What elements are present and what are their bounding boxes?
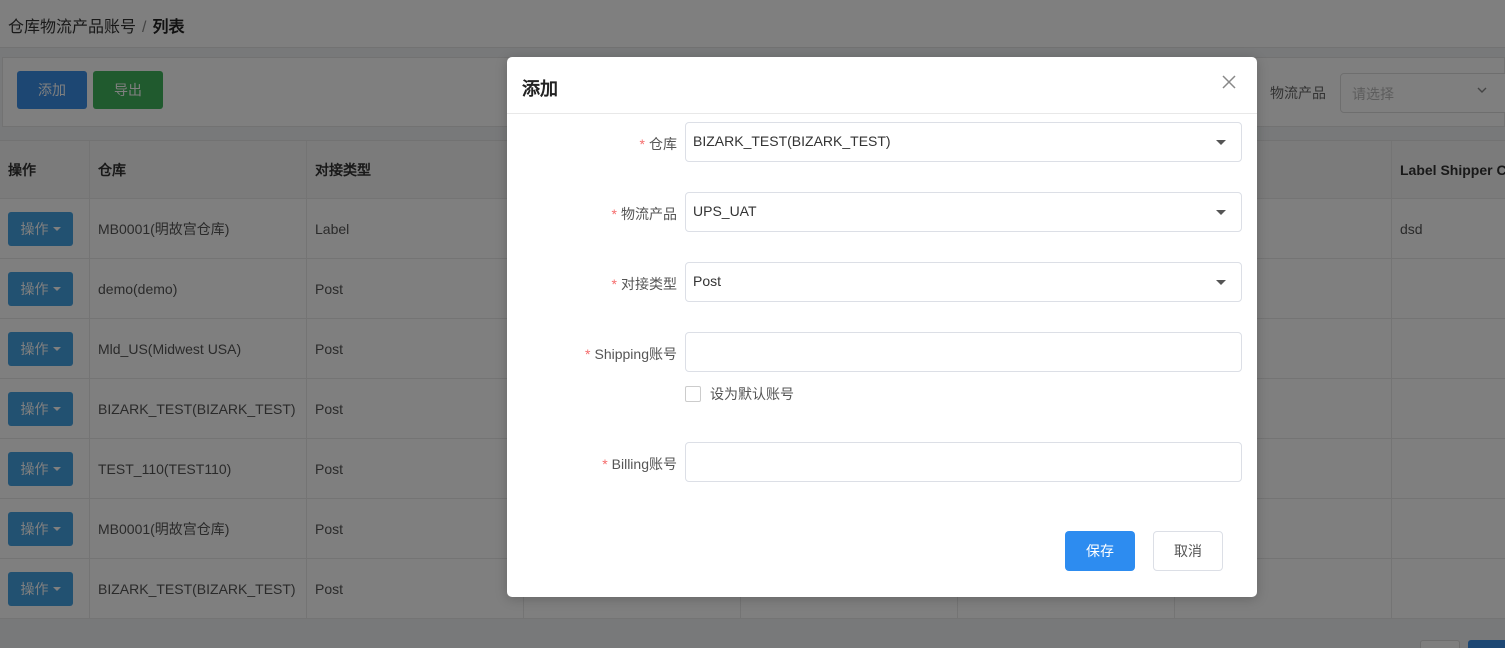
caret-down-icon [1216,140,1226,145]
product-select[interactable]: UPS_UAT [685,192,1242,232]
caret-down-icon [1216,210,1226,215]
default-account-checkbox[interactable] [685,386,701,402]
billing-label: * Billing账号 [602,456,677,472]
add-dialog: 添加 * 仓库 BIZARK_TEST(BIZARK_TEST) * 物流产品 UP… [507,57,1257,597]
type-select[interactable]: Post [685,262,1242,302]
caret-down-icon [1216,280,1226,285]
required-mark: * [611,206,617,222]
required-mark: * [585,346,591,362]
required-mark: * [602,456,608,472]
billing-input[interactable] [685,442,1242,482]
required-mark: * [611,276,617,292]
warehouse-select[interactable]: BIZARK_TEST(BIZARK_TEST) [685,122,1242,162]
required-mark: * [639,136,645,152]
warehouse-value: BIZARK_TEST(BIZARK_TEST) [693,133,891,149]
default-account-label: 设为默认账号 [710,386,794,402]
cancel-button[interactable]: 取消 [1153,531,1223,571]
type-value: Post [693,273,722,289]
default-account-option[interactable]: 设为默认账号 [685,384,794,404]
close-icon[interactable] [1221,74,1237,90]
shipping-input[interactable] [685,332,1242,372]
type-label: * 对接类型 [611,276,677,292]
warehouse-label: * 仓库 [639,136,677,152]
product-value: UPS_UAT [693,203,757,219]
save-button[interactable]: 保存 [1065,531,1135,571]
dialog-divider [507,113,1257,114]
shipping-label: * Shipping账号 [585,346,677,362]
dialog-title: 添加 [522,79,558,99]
product-label: * 物流产品 [611,206,677,222]
